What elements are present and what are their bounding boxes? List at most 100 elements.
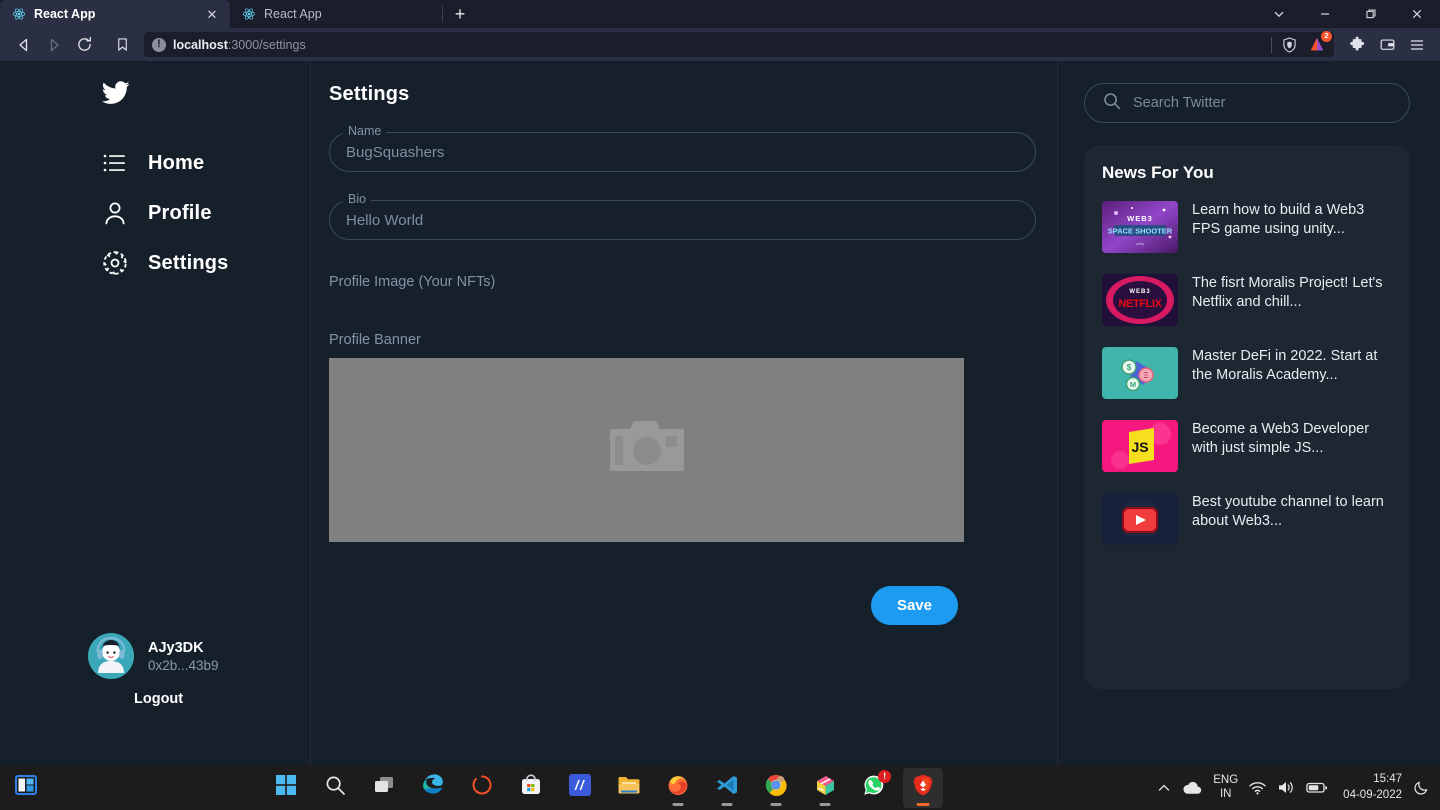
paint-app[interactable] [805, 768, 845, 808]
bio-field-label: Bio [343, 192, 372, 206]
extensions-icon[interactable] [1344, 32, 1370, 58]
profile-banner-label: Profile Banner [329, 332, 421, 348]
list-item[interactable]: WEB3 SPACE SHOOTER unity Learn how to bu… [1102, 201, 1392, 253]
tab-search-button[interactable] [1256, 0, 1302, 28]
sidebar-item-label: Profile [148, 201, 212, 224]
web-page: Home Profile Settings AJy3DK 0x2b...43b9… [0, 61, 1440, 765]
address-bar[interactable]: ! localhost:3000/settings 2 [144, 30, 1334, 57]
battery-icon[interactable] [1306, 781, 1328, 794]
language-line-1: ENG [1213, 774, 1239, 787]
sidebar-item-home[interactable]: Home [0, 138, 311, 188]
bookmark-icon[interactable] [108, 32, 136, 58]
wifi-icon[interactable] [1249, 781, 1266, 795]
menu-icon[interactable] [1404, 32, 1430, 58]
list-item[interactable]: $ Ξ M Master DeFi in 2022. Start at the … [1102, 347, 1392, 399]
avatar[interactable] [88, 633, 134, 679]
svg-text:M: M [1130, 380, 1136, 389]
close-icon[interactable]: ✕ [204, 6, 220, 22]
search-icon [1103, 92, 1121, 115]
widgets-icon [14, 773, 38, 802]
forward-button[interactable] [40, 32, 68, 58]
save-button[interactable]: Save [870, 586, 958, 625]
list-item[interactable]: WEB3 NETFLIX The fisrt Moralis Project! … [1102, 274, 1392, 326]
volume-icon[interactable] [1277, 780, 1295, 795]
search-input[interactable]: Search Twitter [1084, 83, 1410, 123]
chrome-icon [764, 773, 788, 802]
reload-button[interactable] [70, 32, 98, 58]
profile-banner-image[interactable] [329, 358, 964, 542]
unknown-orange-app[interactable] [462, 768, 502, 808]
search-button[interactable] [315, 768, 355, 808]
twitter-bird-icon[interactable] [0, 81, 311, 110]
window-controls [1256, 0, 1440, 28]
main-content: Settings Name BugSquashers Bio Hello Wor… [311, 61, 1058, 765]
not-secure-icon[interactable]: ! [152, 37, 166, 52]
edge-app[interactable] [413, 768, 453, 808]
person-icon [102, 200, 128, 226]
react-icon [242, 7, 256, 21]
wallet-icon[interactable] [1374, 32, 1400, 58]
news-item-text: Become a Web3 Developer with just simple… [1192, 421, 1370, 456]
url-text: localhost:3000/settings [173, 38, 306, 52]
news-item-text: The fisrt Moralis Project! Let's Netflix… [1192, 275, 1383, 310]
brave-icon [911, 773, 935, 802]
profile-row[interactable]: AJy3DK 0x2b...43b9 [88, 633, 311, 679]
clock[interactable]: 15:47 04-09-2022 [1339, 772, 1402, 803]
browser-toolbar: ! localhost:3000/settings 2 [0, 28, 1440, 61]
chrome-app[interactable] [756, 768, 796, 808]
new-tab-button[interactable]: + [445, 0, 475, 28]
address-bar-actions: 2 [1271, 30, 1332, 56]
maximize-button[interactable] [1348, 0, 1394, 28]
moon-icon[interactable] [1413, 779, 1430, 796]
file-explorer-app[interactable] [609, 768, 649, 808]
react-icon [12, 7, 26, 21]
sidebar-item-settings[interactable]: Settings [0, 238, 311, 288]
language-indicator[interactable]: ENG IN [1213, 774, 1238, 800]
microsoft-store-app[interactable] [511, 768, 551, 808]
sidebar-item-profile[interactable]: Profile [0, 188, 311, 238]
browser-tab-2[interactable]: React App [230, 0, 440, 28]
list-item[interactable]: Best youtube channel to learn about Web3… [1102, 493, 1392, 545]
browser-tab-1[interactable]: React App ✕ [0, 0, 230, 28]
svg-text:NETFLIX: NETFLIX [1118, 298, 1162, 310]
task-view-icon [373, 775, 395, 800]
list-item[interactable]: JS Become a Web3 Developer with just sim… [1102, 420, 1392, 472]
tray-overflow-icon[interactable] [1157, 781, 1171, 795]
shield-icon[interactable] [1278, 34, 1300, 56]
url-host: localhost [173, 37, 228, 52]
tab-title: React App [264, 7, 322, 21]
minimize-button[interactable] [1302, 0, 1348, 28]
blue-m-app[interactable] [560, 768, 600, 808]
brave-rewards-badge: 2 [1321, 30, 1332, 42]
svg-text:WEB3: WEB3 [1129, 289, 1150, 295]
firefox-app[interactable] [658, 768, 698, 808]
sidebar-item-label: Home [148, 151, 205, 174]
store-icon [520, 774, 542, 801]
start-button[interactable] [266, 768, 306, 808]
defi-coins-thumb: $ Ξ M [1102, 347, 1178, 399]
logout-button[interactable]: Logout [134, 691, 311, 707]
orange-circle-icon [471, 774, 493, 801]
news-item-text: Master DeFi in 2022. Start at the Morali… [1192, 348, 1378, 383]
web3-netflix-thumb: WEB3 NETFLIX [1102, 274, 1178, 326]
back-button[interactable] [10, 32, 38, 58]
tab-strip: React App ✕ React App + [0, 0, 1440, 28]
news-item-text: Learn how to build a Web3 FPS game using… [1192, 202, 1365, 237]
name-input[interactable]: BugSquashers [329, 132, 1036, 172]
widgets-button[interactable] [0, 773, 52, 802]
brave-rewards-icon[interactable]: 2 [1306, 30, 1332, 56]
vscode-app[interactable] [707, 768, 747, 808]
bio-input[interactable]: Hello World [329, 200, 1036, 240]
search-placeholder: Search Twitter [1133, 95, 1226, 111]
onedrive-icon[interactable] [1182, 781, 1202, 795]
svg-text:unity: unity [1136, 241, 1144, 246]
whatsapp-app[interactable]: ! [854, 768, 894, 808]
paint-icon [814, 774, 837, 802]
windows-start-icon [275, 774, 297, 801]
brave-app[interactable] [903, 767, 944, 808]
clock-date: 04-09-2022 [1343, 788, 1402, 801]
task-view-button[interactable] [364, 768, 404, 808]
close-button[interactable] [1394, 0, 1440, 28]
profile-banner-section: Profile Banner [329, 332, 1036, 542]
